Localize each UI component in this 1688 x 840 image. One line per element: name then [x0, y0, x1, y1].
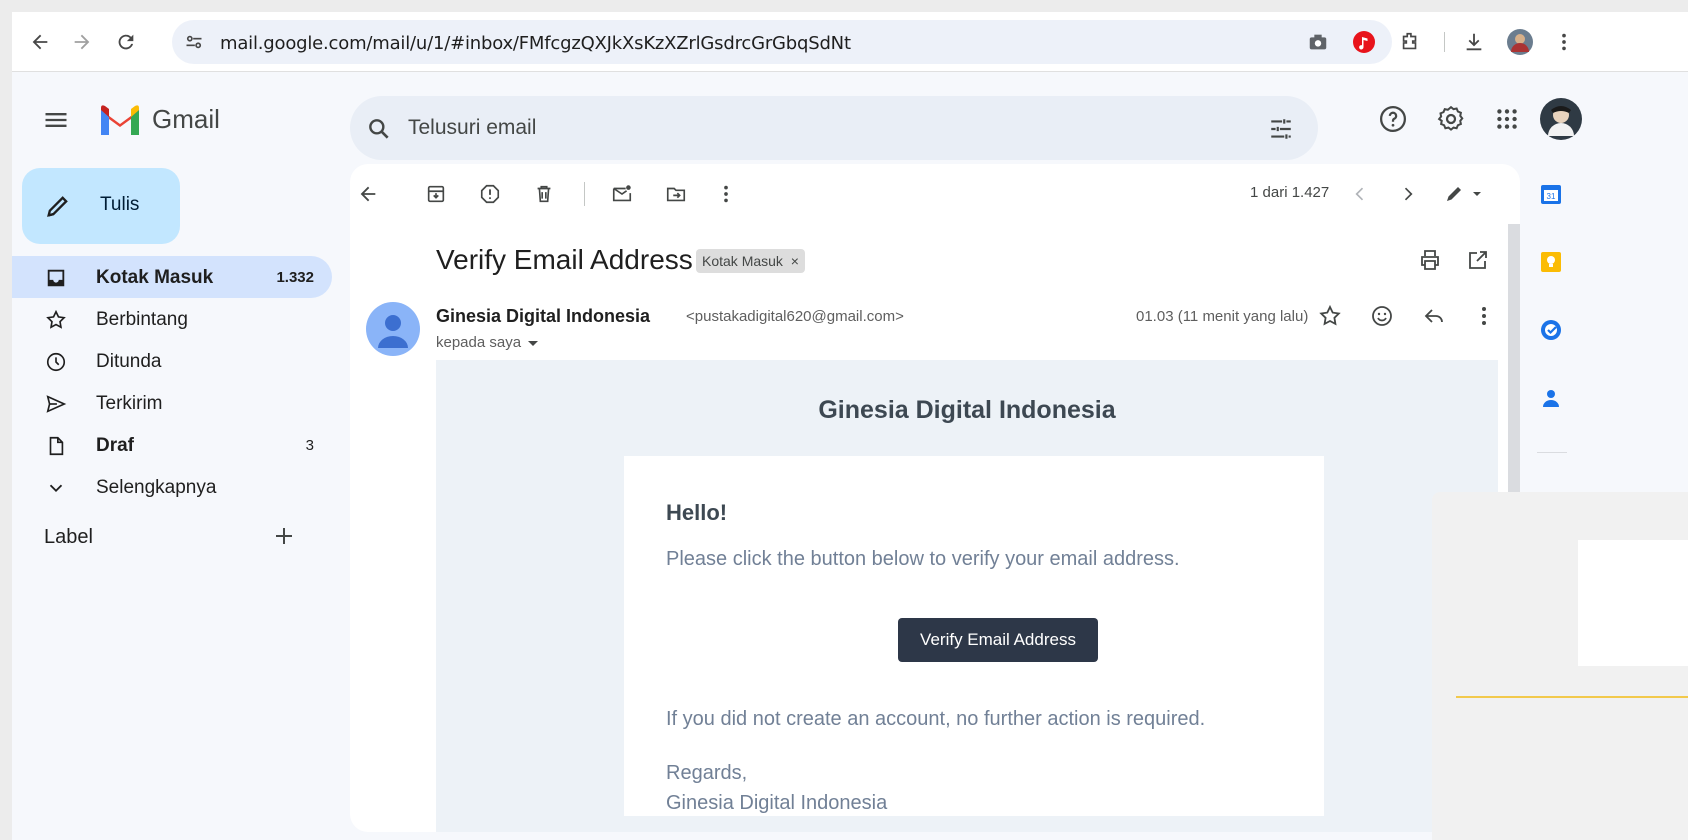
browser-window: mail.google.com/mail/u/1/#inbox/FMfcgzQX… [12, 12, 1688, 840]
sidebar-item-sent[interactable]: Terkirim [12, 382, 332, 424]
gmail-logo-icon[interactable] [98, 104, 142, 138]
back-to-inbox-icon[interactable] [352, 178, 384, 210]
clock-icon [44, 350, 68, 374]
sidebar-item-label: Berbintang [96, 309, 188, 330]
download-icon[interactable] [1458, 26, 1490, 58]
sidebar-item-label: Selengkapnya [96, 477, 217, 498]
back-icon[interactable] [24, 26, 56, 58]
draft-file-icon [44, 434, 68, 458]
sender-email: <pustakadigital620@gmail.com> [686, 308, 904, 325]
sidebar-item-label: Terkirim [96, 393, 163, 414]
overlay-accent-line [1456, 696, 1688, 698]
sender-avatar[interactable] [366, 302, 420, 356]
main-menu-icon[interactable] [42, 106, 70, 134]
search-options-icon[interactable] [1268, 116, 1294, 142]
labels-heading: Label [44, 526, 93, 548]
extensions-icon[interactable] [1394, 26, 1426, 58]
print-icon[interactable] [1418, 248, 1442, 272]
show-details-chevron-icon[interactable] [526, 336, 540, 350]
search-input[interactable]: Telusuri email [408, 116, 536, 140]
url-text: mail.google.com/mail/u/1/#inbox/FMfcgzQX… [220, 33, 851, 54]
help-icon[interactable] [1378, 104, 1408, 134]
svg-text:31: 31 [1547, 192, 1556, 201]
report-spam-icon[interactable] [474, 178, 506, 210]
calendar-icon[interactable]: 31 [1539, 182, 1563, 206]
reading-pane: 1 dari 1.427 Verify Email Address Kotak … [350, 164, 1520, 832]
inbox-icon [44, 266, 68, 290]
profile-avatar[interactable] [1504, 26, 1536, 58]
newer-chevron-left-icon[interactable] [1344, 178, 1376, 210]
email-body: Ginesia Digital Indonesia Hello! Please … [436, 360, 1498, 832]
sender-name: Ginesia Digital Indonesia [436, 306, 651, 326]
reply-icon[interactable] [1422, 304, 1446, 328]
verify-email-button[interactable]: Verify Email Address [898, 618, 1098, 662]
panel-divider [1537, 452, 1567, 453]
toolbar-divider [584, 182, 585, 206]
email-greeting: Hello! [666, 500, 728, 525]
mark-unread-icon[interactable] [606, 178, 638, 210]
contacts-icon[interactable] [1539, 386, 1563, 410]
add-label-icon[interactable] [272, 524, 296, 548]
inbox-label-chip: Kotak Masuk × [696, 249, 805, 273]
email-regards: Regards, [666, 762, 748, 784]
site-settings-icon[interactable] [184, 32, 204, 52]
open-new-window-icon[interactable] [1466, 248, 1490, 272]
pencil-icon [44, 192, 72, 220]
email-brand-header: Ginesia Digital Indonesia [818, 396, 1116, 424]
keep-notes-icon[interactable] [1539, 250, 1563, 274]
address-bar[interactable]: mail.google.com/mail/u/1/#inbox/FMfcgzQX… [172, 20, 1392, 64]
gmail-wordmark: Gmail [152, 104, 220, 134]
email-signature: Ginesia Digital Indonesia [666, 792, 888, 814]
reload-icon[interactable] [110, 26, 142, 58]
input-tools-icon[interactable] [1440, 178, 1490, 210]
draft-count: 3 [305, 437, 314, 454]
archive-icon[interactable] [420, 178, 452, 210]
camera-icon[interactable] [1302, 26, 1334, 58]
tasks-icon[interactable] [1539, 318, 1563, 342]
compose-button[interactable]: Tulis [22, 168, 180, 244]
account-avatar[interactable] [1540, 98, 1582, 140]
sidebar-item-snoozed[interactable]: Ditunda [12, 340, 332, 382]
forward-icon[interactable] [66, 26, 98, 58]
email-outro-text: If you did not create an account, no fur… [666, 708, 1206, 730]
chevron-down-icon [44, 476, 68, 500]
move-to-icon[interactable] [660, 178, 692, 210]
star-icon[interactable] [1318, 304, 1342, 328]
sidebar-item-starred[interactable]: Berbintang [12, 298, 332, 340]
apps-grid-icon[interactable] [1494, 106, 1520, 132]
search-bar[interactable]: Telusuri email [350, 96, 1318, 160]
label-chip-text: Kotak Masuk [702, 253, 783, 269]
settings-gear-icon[interactable] [1436, 104, 1466, 134]
unread-count: 1.332 [276, 269, 314, 286]
compose-label: Tulis [100, 194, 140, 215]
music-extension-icon[interactable] [1348, 26, 1380, 58]
email-timestamp: 01.03 (11 menit yang lalu) [1136, 308, 1309, 325]
sidebar-item-more[interactable]: Selengkapnya [12, 466, 332, 508]
sidebar-item-label: Kotak Masuk [96, 267, 214, 288]
gmail-header: Gmail Telusuri email [12, 72, 1688, 168]
delete-trash-icon[interactable] [528, 178, 560, 210]
remove-label-icon[interactable]: × [791, 249, 799, 273]
chrome-menu-icon[interactable] [1548, 26, 1580, 58]
popup-overlay [1432, 492, 1688, 840]
browser-toolbar: mail.google.com/mail/u/1/#inbox/FMfcgzQX… [12, 12, 1688, 72]
older-chevron-right-icon[interactable] [1392, 178, 1424, 210]
sidebar-item-drafts[interactable]: Draf 3 [12, 424, 332, 466]
send-icon [44, 392, 68, 416]
sidebar-item-inbox[interactable]: Kotak Masuk 1.332 [12, 256, 332, 298]
star-icon [44, 308, 68, 332]
email-subject: Verify Email Address [436, 244, 693, 275]
email-intro-text: Please click the button below to verify … [666, 548, 1180, 570]
emoji-reaction-icon[interactable] [1370, 304, 1394, 328]
search-icon[interactable] [366, 116, 392, 142]
overlay-card [1578, 540, 1688, 666]
pagination-text: 1 dari 1.427 [1250, 184, 1330, 201]
toolbar-divider [1444, 32, 1445, 52]
email-card: Hello! Please click the button below to … [624, 456, 1324, 816]
recipient-text: kepada saya [436, 334, 522, 351]
message-more-icon[interactable] [1472, 304, 1496, 328]
sidebar-item-label: Draf [96, 435, 135, 456]
more-actions-icon[interactable] [710, 178, 742, 210]
sidebar-item-label: Ditunda [96, 351, 162, 372]
